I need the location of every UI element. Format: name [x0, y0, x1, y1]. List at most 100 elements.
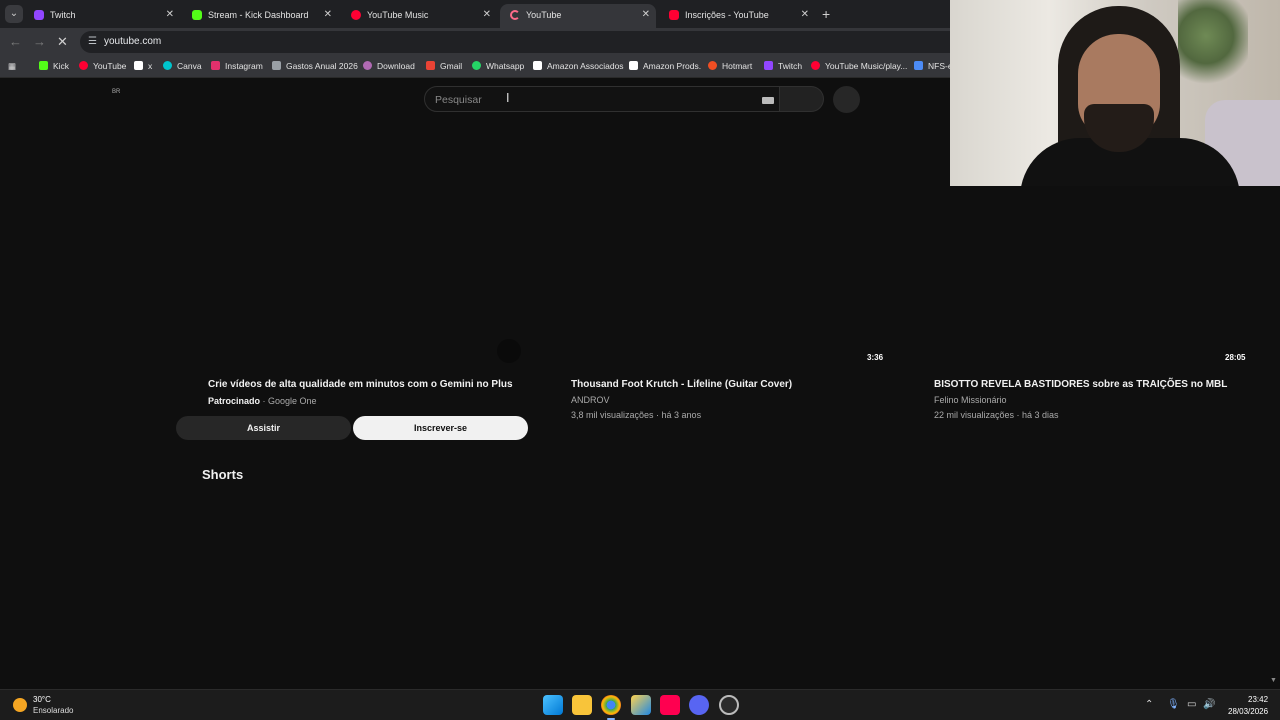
- forward-arrow-icon[interactable]: →: [33, 34, 46, 49]
- bookmark-download[interactable]: Download: [363, 61, 415, 71]
- close-tab-icon[interactable]: ✕: [324, 9, 332, 20]
- video-title[interactable]: Thousand Foot Krutch - Lifeline (Guitar …: [571, 379, 792, 390]
- tray-chevron-up-icon[interactable]: ⌃: [1145, 699, 1153, 710]
- search-placeholder: Pesquisar: [435, 94, 482, 106]
- bookmark-label: YouTube Music/play...: [825, 61, 908, 71]
- address-bar[interactable]: ☰ youtube.com: [80, 31, 950, 53]
- bookmark-kick[interactable]: Kick: [39, 61, 69, 71]
- ad-title[interactable]: Crie vídeos de alta qualidade em minutos…: [208, 379, 513, 390]
- bookmark-label: Gastos Anual 2026: [286, 61, 358, 71]
- instagram-icon: [211, 61, 220, 70]
- tab-twitch[interactable]: Twitch ✕: [24, 4, 180, 28]
- nfse-icon: [914, 61, 923, 70]
- ad-advertiser[interactable]: · Google One: [263, 396, 317, 406]
- tab-youtube[interactable]: YouTube ✕: [500, 4, 656, 28]
- bookmarks-bar: ▦ Kick YouTube x Canva Instagram Gastos …: [0, 56, 953, 78]
- bookmark-label: NFS-e: [928, 61, 953, 71]
- close-tab-icon[interactable]: ✕: [483, 9, 491, 20]
- download-icon: [363, 61, 372, 70]
- stop-loading-icon[interactable]: ✕: [57, 34, 68, 50]
- bookmark-label: Amazon Associados: [547, 61, 624, 71]
- clock-date[interactable]: 28/03/2026: [1228, 707, 1268, 716]
- ad-meta: Patrocinado · Google One: [208, 396, 317, 406]
- background-plant: [1178, 0, 1248, 90]
- close-tab-icon[interactable]: ✕: [166, 9, 174, 20]
- voice-search-button[interactable]: [833, 86, 860, 113]
- kick-favicon-icon: [192, 10, 202, 20]
- watch-button[interactable]: Assistir: [176, 416, 351, 440]
- search-button[interactable]: [780, 86, 824, 112]
- tab-kick-dashboard[interactable]: Stream - Kick Dashboard ✕: [182, 4, 338, 28]
- twitch-favicon-icon: [34, 10, 44, 20]
- video-stats: 22 mil visualizações · há 3 dias: [934, 410, 1059, 420]
- tab-youtube-music[interactable]: YouTube Music ✕: [341, 4, 497, 28]
- bookmark-canva[interactable]: Canva: [163, 61, 202, 71]
- bookmark-label: Kick: [53, 61, 70, 71]
- browser-toolbar: ← → ✕ ☰ youtube.com: [0, 28, 950, 56]
- video-title[interactable]: BISOTTO REVELA BASTIDORES sobre as TRAIÇ…: [934, 379, 1227, 390]
- tab-label: Inscrições - YouTube: [685, 10, 769, 20]
- youtube-icon: [79, 61, 88, 70]
- capcut-icon[interactable]: [631, 695, 651, 715]
- video-channel[interactable]: ANDROV: [571, 395, 610, 405]
- bookmark-x[interactable]: x: [134, 61, 152, 71]
- close-tab-icon[interactable]: ✕: [642, 9, 650, 20]
- close-tab-icon[interactable]: ✕: [801, 9, 809, 20]
- sun-weather-icon[interactable]: [13, 698, 27, 712]
- gmail-icon: [426, 61, 435, 70]
- bookmark-youtube-music[interactable]: YouTube Music/play...: [811, 61, 907, 71]
- search-input[interactable]: Pesquisar: [424, 86, 780, 112]
- tab-label: YouTube: [526, 10, 562, 20]
- windows-start-icon[interactable]: [543, 695, 563, 715]
- bookmark-whatsapp[interactable]: Whatsapp: [472, 61, 524, 71]
- new-tab-plus-icon[interactable]: +: [822, 6, 830, 22]
- bookmark-amazon-prods[interactable]: Amazon Prods.: [629, 61, 701, 71]
- bookmark-twitch[interactable]: Twitch: [764, 61, 802, 71]
- tab-inscricoes[interactable]: Inscrições - YouTube ✕: [659, 4, 815, 28]
- region-code: BR: [112, 89, 121, 95]
- bookmark-label: Download: [377, 61, 415, 71]
- loading-spinner-icon: [510, 10, 520, 20]
- volume-icon[interactable]: 🔊: [1203, 699, 1215, 710]
- discord-icon[interactable]: [689, 695, 709, 715]
- chrome-icon[interactable]: [601, 695, 621, 720]
- tab-label: Twitch: [50, 10, 76, 20]
- text-cursor-icon: I: [506, 91, 510, 105]
- tab-strip: ⌄ Twitch ✕ Stream - Kick Dashboard ✕ You…: [0, 0, 950, 28]
- microphone-icon[interactable]: 🎙: [1167, 699, 1180, 710]
- bookmark-nfse[interactable]: NFS-e: [914, 61, 953, 71]
- network-icon[interactable]: ▭: [1187, 699, 1196, 710]
- back-arrow-icon[interactable]: ←: [9, 34, 22, 49]
- bookmark-gastos[interactable]: Gastos Anual 2026: [272, 61, 358, 71]
- weather-description[interactable]: Ensolarado: [33, 706, 73, 715]
- bookmark-label: Gmail: [440, 61, 463, 71]
- obs-icon[interactable]: [719, 695, 739, 715]
- youtube-favicon-icon: [669, 10, 679, 20]
- clock-time[interactable]: 23:42: [1248, 695, 1268, 704]
- list-icon: [272, 61, 281, 70]
- ad-channel-avatar[interactable]: [497, 339, 521, 363]
- canva-icon: [163, 61, 172, 70]
- youtube-music-favicon-icon: [351, 10, 361, 20]
- tiktok-icon[interactable]: [660, 695, 680, 715]
- keyboard-icon[interactable]: [762, 97, 774, 104]
- tab-search-chevron-icon[interactable]: ⌄: [5, 5, 23, 23]
- apps-grid-icon[interactable]: ▦: [8, 61, 16, 72]
- webcam-overlay: [950, 0, 1280, 186]
- bookmark-label: Amazon Prods.: [643, 61, 702, 71]
- bookmark-hotmart[interactable]: Hotmart: [708, 61, 752, 71]
- subscribe-button[interactable]: Inscrever-se: [353, 416, 528, 440]
- video-channel[interactable]: Felino Missionário: [934, 395, 1007, 405]
- bookmark-amazon-associados[interactable]: Amazon Associados: [533, 61, 624, 71]
- scroll-down-arrow-icon[interactable]: ▼: [1270, 677, 1277, 684]
- amazon-icon: [533, 61, 542, 70]
- site-settings-icon[interactable]: ☰: [88, 36, 97, 47]
- file-explorer-icon[interactable]: [572, 695, 592, 715]
- twitch-icon: [764, 61, 773, 70]
- kick-icon: [39, 61, 48, 70]
- weather-temperature[interactable]: 30°C: [33, 695, 51, 704]
- bookmark-youtube[interactable]: YouTube: [79, 61, 126, 71]
- bookmark-label: Instagram: [225, 61, 263, 71]
- bookmark-instagram[interactable]: Instagram: [211, 61, 263, 71]
- bookmark-gmail[interactable]: Gmail: [426, 61, 462, 71]
